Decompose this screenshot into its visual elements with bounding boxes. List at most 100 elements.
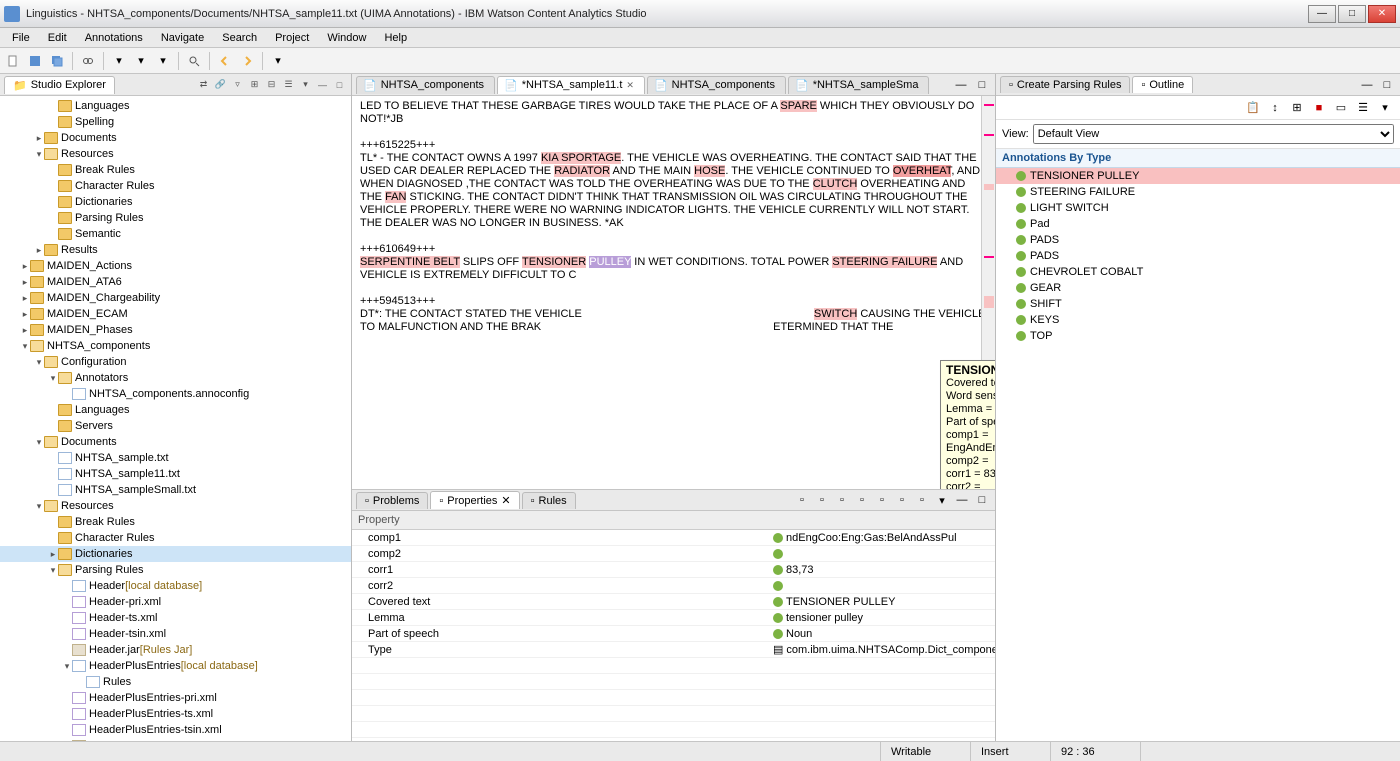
property-row[interactable]: corr183,73 — [352, 562, 995, 578]
menu-file[interactable]: File — [4, 30, 38, 46]
props-t2-icon[interactable]: ▫ — [813, 491, 831, 509]
explorer-tree[interactable]: LanguagesSpelling▸Documents▾ResourcesBre… — [0, 96, 351, 741]
tree-item[interactable]: ▾Parsing Rules — [0, 562, 351, 578]
annotation-item[interactable]: KEYS — [996, 312, 1400, 328]
menu-help[interactable]: Help — [376, 30, 415, 46]
list-icon[interactable]: ☰ — [1354, 99, 1372, 117]
annotation-item[interactable]: Pad — [996, 216, 1400, 232]
binoculars-icon[interactable] — [79, 52, 97, 70]
right-tab-outline[interactable]: ▫Outline — [1132, 76, 1193, 93]
copy-icon[interactable]: 📋 — [1244, 99, 1262, 117]
anno-fan[interactable]: FAN — [385, 191, 406, 203]
editor-tab[interactable]: 📄*NHTSA_sample11.t✕ — [497, 76, 645, 94]
anno-clutch[interactable]: CLUTCH — [813, 178, 858, 190]
back-icon[interactable] — [216, 52, 234, 70]
property-row[interactable]: Part of speechNoun — [352, 626, 995, 642]
tree-item[interactable]: ▾Resources — [0, 498, 351, 514]
stop-icon[interactable]: ■ — [1310, 99, 1328, 117]
max-right-icon[interactable]: □ — [1378, 76, 1396, 94]
props-t6-icon[interactable]: ▫ — [893, 491, 911, 509]
props-t5-icon[interactable]: ▫ — [873, 491, 891, 509]
tree-item[interactable]: Header.jar [Rules Jar] — [0, 642, 351, 658]
tree-item[interactable]: ▾Annotators — [0, 370, 351, 386]
menu-project[interactable]: Project — [267, 30, 317, 46]
tree-item[interactable]: ▸Dictionaries — [0, 546, 351, 562]
minimize-button[interactable]: — — [1308, 5, 1336, 23]
anno-pulley[interactable]: PULLEY — [589, 256, 631, 268]
tool-2-icon[interactable]: ⊟ — [264, 77, 279, 92]
bottom-tab-problems[interactable]: ▫Problems — [356, 492, 428, 509]
props-max-icon[interactable]: □ — [973, 491, 991, 509]
anno-steering-failure[interactable]: STEERING FAILURE — [832, 256, 937, 268]
link-icon[interactable]: 🔗 — [213, 77, 228, 92]
tree-item[interactable]: Semantic — [0, 226, 351, 242]
collapse-icon[interactable]: ⇄ — [196, 77, 211, 92]
tree-item[interactable]: NHTSA_sampleSmall.txt — [0, 482, 351, 498]
min-right-icon[interactable]: — — [1358, 76, 1376, 94]
anno-radiator[interactable]: RADIATOR — [554, 165, 610, 177]
annotation-item[interactable]: GEAR — [996, 280, 1400, 296]
tree-item[interactable]: ▸MAIDEN_ATA6 — [0, 274, 351, 290]
tree-item[interactable]: Character Rules — [0, 178, 351, 194]
annotation-item[interactable]: STEERING FAILURE — [996, 184, 1400, 200]
tree-item[interactable]: NHTSA_components.annoconfig — [0, 386, 351, 402]
tree-item[interactable]: ▸MAIDEN_ECAM — [0, 306, 351, 322]
props-t3-icon[interactable]: ▫ — [833, 491, 851, 509]
anno-overheat[interactable]: OVERHEAT — [893, 165, 951, 177]
menu-annotations[interactable]: Annotations — [77, 30, 151, 46]
close-tab-icon[interactable]: ✕ — [501, 494, 510, 507]
tree-item[interactable]: Spelling — [0, 114, 351, 130]
tree-item[interactable]: ▾Configuration — [0, 354, 351, 370]
property-row[interactable]: comp1ndEngCoo:Eng:Gas:BelAndAssPul — [352, 530, 995, 546]
bottom-tab-rules[interactable]: ▫Rules — [522, 492, 576, 509]
tree-item[interactable]: ▾HeaderPlusEntries [local database] — [0, 658, 351, 674]
props-menu-icon[interactable]: ▾ — [933, 491, 951, 509]
anno-spare[interactable]: SPARE — [780, 100, 816, 112]
props-t7-icon[interactable]: ▫ — [913, 491, 931, 509]
editor-tab[interactable]: 📄NHTSA_components — [356, 76, 495, 94]
tree-item[interactable]: Break Rules — [0, 514, 351, 530]
tree-item[interactable]: Languages — [0, 98, 351, 114]
tree-item[interactable]: HeaderPlusEntries-ts.xml — [0, 706, 351, 722]
annotation-item[interactable]: SHIFT — [996, 296, 1400, 312]
filter-icon[interactable]: ▿ — [230, 77, 245, 92]
property-row[interactable]: comp2 — [352, 546, 995, 562]
tree-item[interactable]: Parsing Rules — [0, 210, 351, 226]
tree-item[interactable]: Header [local database] — [0, 578, 351, 594]
right-tab-create-parsing-rules[interactable]: ▫Create Parsing Rules — [1000, 76, 1130, 93]
forward-icon[interactable] — [238, 52, 256, 70]
maximize-button[interactable]: □ — [1338, 5, 1366, 23]
annotation-item[interactable]: PADS — [996, 232, 1400, 248]
tree-item[interactable]: ▸MAIDEN_Phases — [0, 322, 351, 338]
tree-item[interactable]: NHTSA_sample.txt — [0, 450, 351, 466]
tree-item[interactable]: Dictionaries — [0, 194, 351, 210]
view-select[interactable]: Default View — [1033, 124, 1394, 144]
close-tab-icon[interactable]: ✕ — [626, 80, 634, 91]
tree-item[interactable]: ▾NHTSA_components — [0, 338, 351, 354]
marker-icon[interactable]: ▾ — [269, 52, 287, 70]
tool-1-icon[interactable]: ⊞ — [247, 77, 262, 92]
anno-tensioner[interactable]: TENSIONER — [522, 256, 586, 268]
box-icon[interactable]: ▭ — [1332, 99, 1350, 117]
editor[interactable]: LED TO BELIEVE THAT THESE GARBAGE TIRES … — [352, 96, 995, 489]
tree-item[interactable]: Break Rules — [0, 162, 351, 178]
tree-item[interactable]: Header-tsin.xml — [0, 626, 351, 642]
menu-search[interactable]: Search — [214, 30, 265, 46]
maximize-pane-icon[interactable]: □ — [332, 77, 347, 92]
tree-item[interactable]: Header-ts.xml — [0, 610, 351, 626]
editor-tab[interactable]: 📄*NHTSA_sampleSma — [788, 76, 929, 94]
save-all-icon[interactable] — [48, 52, 66, 70]
dropdown-3-icon[interactable]: ▾ — [154, 52, 172, 70]
tree-item[interactable]: ▾Resources — [0, 146, 351, 162]
tree-item[interactable]: ▸MAIDEN_Actions — [0, 258, 351, 274]
annotation-item[interactable]: TENSIONER PULLEY — [996, 168, 1400, 184]
tree-item[interactable]: Character Rules — [0, 530, 351, 546]
annotation-item[interactable]: LIGHT SWITCH — [996, 200, 1400, 216]
annotation-item[interactable]: PADS — [996, 248, 1400, 264]
tree-item[interactable]: ▸Results — [0, 242, 351, 258]
min-editor-icon[interactable]: — — [952, 76, 970, 94]
search-icon[interactable] — [185, 52, 203, 70]
tree-item[interactable]: ▸MAIDEN_Chargeability — [0, 290, 351, 306]
tool-3-icon[interactable]: ☰ — [281, 77, 296, 92]
dropdown-1-icon[interactable]: ▾ — [110, 52, 128, 70]
